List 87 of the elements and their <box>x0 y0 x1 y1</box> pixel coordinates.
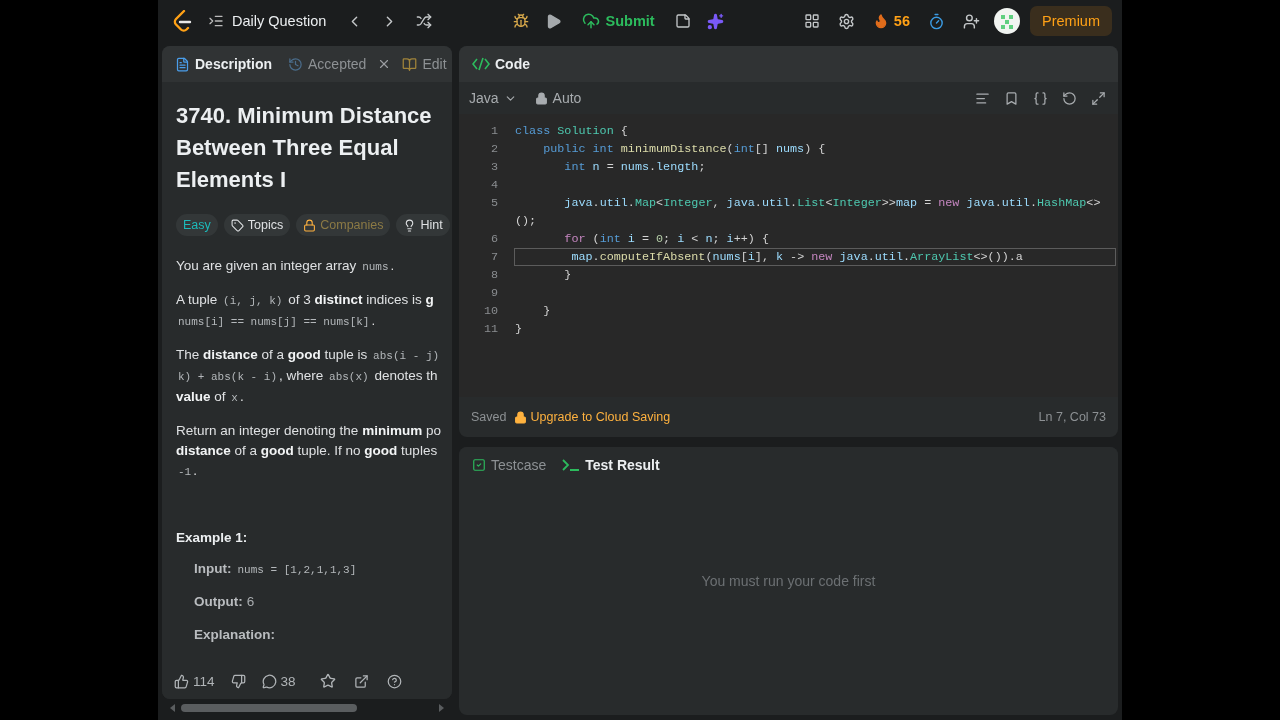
stopwatch-icon <box>928 12 945 30</box>
avatar-icon[interactable] <box>994 8 1020 34</box>
comment-icon <box>261 673 277 689</box>
lock-icon <box>534 91 548 105</box>
lock-icon <box>514 410 528 424</box>
code-line: public int minimumDistance(int[] nums) { <box>542 141 827 158</box>
code-line: java.util.Map<Integer, java.util.List<Integer>>map = new java.util.HashMap<> <box>563 195 1102 212</box>
panel-tab[interactable]: Accepted <box>281 52 374 76</box>
upgrade-link[interactable]: Upgrade to Cloud Saving <box>514 410 671 424</box>
share-icon <box>353 673 369 689</box>
checkbox-icon <box>472 458 486 472</box>
example-line: Input: nums = [1,2,1,1,3] <box>193 561 358 576</box>
lock-icon <box>303 218 317 232</box>
help-icon <box>386 673 402 689</box>
line-number: 3 <box>489 159 499 176</box>
shuffle-icon <box>416 13 433 29</box>
line-number: 11 <box>482 321 499 338</box>
code-line: for (int i = 0; i < n; i++) { <box>563 231 770 248</box>
code-line: } <box>563 267 573 284</box>
thumbs-up-icon <box>174 673 189 689</box>
code-line: int n = nums.length; <box>563 159 707 176</box>
line-number: 9 <box>489 285 499 302</box>
language-select[interactable]: Java <box>467 88 519 108</box>
cursor-position: Ln 7, Col 73 <box>1038 410 1106 424</box>
comments-button[interactable]: 38 <box>259 671 298 691</box>
panel-tab[interactable]: Edit <box>395 52 452 76</box>
book-icon <box>402 56 418 72</box>
problem-paragraph: You are given an integer array nums. <box>176 257 396 275</box>
tag-chip[interactable]: Topics <box>223 214 291 236</box>
line-number: 5 <box>489 195 499 212</box>
thumbs-down-icon <box>230 673 246 689</box>
premium-button[interactable]: Premium <box>1030 6 1112 36</box>
bookmark-icon <box>1004 90 1019 106</box>
list-icon <box>208 13 224 29</box>
tag-icon <box>230 218 244 232</box>
panel-tab[interactable]: Description <box>168 52 279 76</box>
scrollbar-thumb[interactable] <box>181 704 358 712</box>
code-line: } <box>514 321 524 338</box>
mode-select[interactable]: Auto <box>532 88 584 108</box>
code-line: (); <box>514 213 538 230</box>
empty-message: You must run your code first <box>701 573 876 589</box>
note-icon <box>674 13 691 29</box>
code-editor[interactable] <box>459 114 1118 397</box>
star-icon <box>319 673 336 689</box>
history-icon <box>288 56 303 72</box>
code-tab[interactable]: Code <box>465 52 537 76</box>
line-number: 4 <box>489 177 499 194</box>
problem-paragraph: A tuple (i, j, k) of 3 distinct indices is g nums[i] == nums[j] == nums[k]. <box>176 291 435 330</box>
add-user-icon <box>963 12 980 30</box>
terminal-icon <box>562 459 581 471</box>
cloud-upload-icon <box>581 12 600 30</box>
saved-status: Saved <box>471 410 507 424</box>
scroll-left-arrow[interactable] <box>170 704 175 712</box>
align-left-icon <box>975 90 990 106</box>
undo-icon <box>1062 90 1077 106</box>
example-line: Output: 6 <box>193 594 256 609</box>
line-number: 7 <box>489 249 499 266</box>
example-heading: Example 1: <box>176 530 249 545</box>
scroll-right-arrow[interactable] <box>439 704 444 712</box>
logo-icon[interactable] <box>172 10 192 32</box>
line-number: 6 <box>489 231 499 248</box>
code-line: class Solution { <box>514 123 629 140</box>
sparkle-icon <box>706 12 724 30</box>
line-number: 1 <box>489 123 499 140</box>
problem-paragraph: The distance of a good tuple is abs(i - j) k) + abs(k - i), where abs(x) denotes th value of x. <box>176 346 441 406</box>
problem-title: 3740. Minimum Distance Between Three Equal Elements I <box>176 102 433 194</box>
panel-tab[interactable]: Test Result <box>555 453 667 477</box>
tag-chip[interactable]: Easy <box>176 214 218 236</box>
expand-icon <box>1091 90 1106 106</box>
line-number: 10 <box>482 303 499 320</box>
code-line: } <box>542 303 552 320</box>
line-number: 2 <box>489 141 499 158</box>
document-icon <box>175 56 190 72</box>
problem-paragraph: Return an integer denoting the minimum po distance of a good tuple. If no good tuples -1. <box>176 422 442 480</box>
braces-icon <box>1033 90 1048 106</box>
settings-icon <box>837 12 855 30</box>
grid-icon <box>803 13 820 29</box>
streak-counter[interactable]: 56 <box>868 9 914 33</box>
like-button[interactable]: 114 <box>172 671 217 691</box>
problem-list-button[interactable]: Daily Question <box>202 9 333 33</box>
explanation-label: Explanation: <box>193 627 276 642</box>
bug-icon <box>512 13 529 29</box>
tag-chip[interactable]: Hint <box>396 214 450 236</box>
submit-button[interactable]: Submit <box>573 8 663 34</box>
panel-tab[interactable]: Testcase <box>465 453 554 477</box>
line-number: 8 <box>489 267 499 284</box>
code-icon <box>472 57 490 71</box>
